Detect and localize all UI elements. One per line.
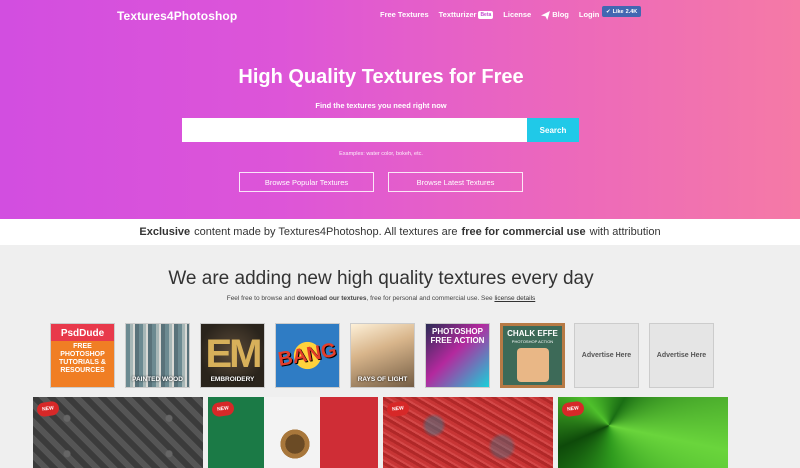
ad-photoshop-action[interactable]: PHOTOSHOP FREE ACTION [425, 323, 490, 388]
ad-label: EMBROIDERY [210, 376, 255, 383]
psddude-logo: PsdDude [51, 324, 114, 341]
site-logo[interactable]: Textures4Photoshop [117, 9, 237, 23]
psd-line: PHOTOSHOP [60, 351, 105, 358]
search-button[interactable]: Search [527, 118, 579, 142]
section-sub-text1: Feel free to browse and [226, 295, 296, 302]
chalk-title: CHALK EFFE [507, 329, 558, 338]
facebook-like-button[interactable]: ✔ Like 2.4K [602, 6, 642, 17]
section-title: We are adding new high quality textures … [168, 268, 594, 289]
embroidery-letters: EM [205, 332, 263, 376]
ad-chalk-effect[interactable]: CHALK EFFE PHOTOSHOP ACTION [500, 323, 565, 388]
nav-license[interactable]: License [503, 10, 531, 19]
action-line1: PHOTOSHOP [432, 327, 483, 336]
banner-commercial: free for commercial use [461, 226, 586, 238]
banner-attribution: with attribution [589, 226, 661, 238]
license-details-link[interactable]: license details [494, 295, 535, 302]
chalk-portrait [517, 348, 549, 382]
new-badge: NEW [211, 400, 235, 418]
ad-psddude[interactable]: PsdDude FREE PHOTOSHOP TUTORIALS & RESOU… [50, 323, 115, 388]
banner-text: content made by Textures4Photoshop. All … [194, 226, 458, 238]
nav-blog[interactable]: Blog [541, 10, 569, 20]
psd-line: FREE [73, 343, 92, 350]
nav-login[interactable]: Login [579, 10, 599, 19]
texture-tile[interactable]: NEW [558, 397, 728, 468]
hero-title: High Quality Textures for Free [238, 66, 524, 88]
search-examples: Examples: water color, bokeh, etc. [339, 151, 423, 157]
nav-free-textures[interactable]: Free Textures [380, 10, 429, 19]
ad-painted-wood[interactable]: PAINTED WOOD [125, 323, 190, 388]
section-subtitle: Feel free to browse and download our tex… [0, 295, 762, 302]
new-badge: NEW [386, 400, 410, 418]
beta-badge: Beta [478, 11, 494, 20]
thumbs-up-icon: ✔ [606, 8, 611, 15]
ad-embroidery[interactable]: EM EMBROIDERY [200, 323, 265, 388]
ad-label: PAINTED WOOD [132, 376, 183, 383]
psd-line: TUTORIALS & [59, 359, 106, 366]
browse-popular-button[interactable]: Browse Popular Textures [239, 172, 374, 192]
browse-latest-button[interactable]: Browse Latest Textures [388, 172, 523, 192]
hero-subtitle: Find the textures you need right now [315, 101, 447, 110]
psd-line: RESOURCES [60, 367, 105, 374]
hero-section: Textures4Photoshop Free Textures Texttur… [0, 0, 800, 219]
texture-tile[interactable]: NEW [208, 397, 378, 468]
main-nav: Free Textures Textturizer Beta License Bl… [380, 10, 599, 20]
new-badge: NEW [36, 400, 60, 418]
like-count: 2.4K [625, 8, 638, 15]
action-line2: FREE ACTION [430, 336, 485, 345]
flag-emblem [278, 427, 312, 461]
section-sub-bold: download our textures [296, 295, 367, 302]
nav-texturizer-label: Textturizer [438, 10, 477, 20]
nav-blog-label: Blog [552, 10, 569, 19]
texture-tile[interactable]: NEW [33, 397, 203, 468]
ad-bang[interactable]: BANG [275, 323, 340, 388]
section-sub-text2: , free for personal and commercial use. … [366, 295, 493, 302]
new-badge: NEW [561, 400, 585, 418]
search-input[interactable] [182, 118, 527, 142]
advertise-here-slot[interactable]: Advertise Here [649, 323, 714, 388]
advertise-here-slot[interactable]: Advertise Here [574, 323, 639, 388]
paper-plane-icon [541, 10, 551, 20]
ad-rays-of-light[interactable]: RAYS OF LIGHT [350, 323, 415, 388]
banner-exclusive: Exclusive [139, 226, 191, 238]
chalk-subtitle: PHOTOSHOP ACTION [511, 339, 554, 344]
like-label: Like [612, 8, 624, 15]
action-header: PHOTOSHOP FREE ACTION [426, 327, 489, 345]
ad-label: RAYS OF LIGHT [357, 376, 408, 383]
psddude-text: FREE PHOTOSHOP TUTORIALS & RESOURCES [51, 341, 114, 387]
exclusive-banner: Exclusive content made by Textures4Photo… [0, 219, 800, 245]
bang-text: BANG [276, 339, 339, 371]
texture-tile[interactable]: NEW [383, 397, 553, 468]
nav-texturizer[interactable]: Textturizer Beta [438, 10, 494, 20]
